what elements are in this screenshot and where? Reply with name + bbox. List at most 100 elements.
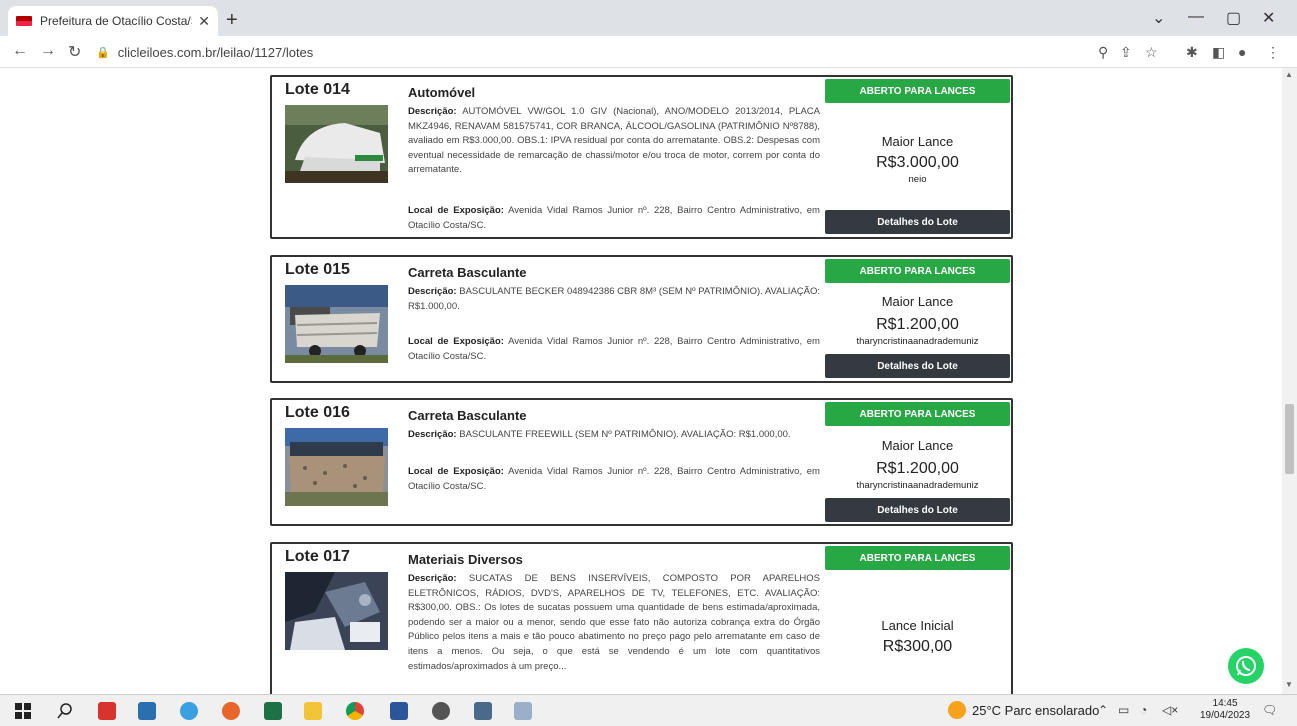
star-icon[interactable]: ☆ — [1145, 44, 1158, 61]
reload-icon[interactable]: ↻ — [68, 42, 81, 62]
windows-start-icon[interactable] — [14, 702, 32, 720]
description-text: BASCULANTE FREEWILL (SEM Nº PATRIMÔNIO).… — [459, 429, 791, 440]
details-button[interactable]: Detalhes do Lote — [825, 210, 1010, 234]
lot-number: Lote 014 — [285, 81, 350, 98]
window-close-icon[interactable]: ✕ — [1262, 8, 1275, 28]
lot-title: Carreta Basculante — [408, 408, 527, 423]
location-label: Local de Exposição: — [408, 205, 504, 216]
description-label: Descrição: — [408, 286, 457, 297]
status-badge: ABERTO PARA LANCES — [825, 402, 1010, 426]
app-icon[interactable] — [138, 702, 156, 720]
notifications-icon[interactable]: 🗨 — [1262, 703, 1277, 717]
lot-number: Lote 016 — [285, 404, 350, 421]
sidepanel-icon[interactable]: ◧ — [1212, 44, 1225, 61]
paint-icon[interactable] — [514, 702, 532, 720]
details-button[interactable]: Detalhes do Lote — [825, 354, 1010, 378]
battery-icon[interactable]: ▭ — [1118, 703, 1129, 717]
clock-time: 14:45 — [1212, 698, 1238, 709]
bid-label: Maior Lance — [881, 134, 954, 149]
address-bar: ← → ↻ 🔒 clicleiloes.com.br/leilao/1127/l… — [0, 36, 1297, 68]
minimize-icon[interactable]: — — [1188, 8, 1204, 26]
weather-text: 25°C Parc ensolarado — [972, 702, 1100, 718]
maximize-icon[interactable]: ▢ — [1226, 8, 1241, 28]
clock[interactable]: 14:45 19/04/2023 — [1200, 698, 1250, 722]
clock-date: 19/04/2023 — [1200, 710, 1251, 721]
scrollbar-thumb[interactable] — [1285, 404, 1294, 474]
lot-title: Materiais Diversos — [408, 552, 523, 567]
anydesk-icon[interactable] — [98, 702, 116, 720]
lot-title: Automóvel — [408, 85, 476, 100]
browser-tabstrip: Prefeitura de Otacílio Costa/SC : ✕ + ⌄ … — [0, 0, 1297, 36]
details-button[interactable]: Detalhes do Lote — [825, 498, 1010, 522]
bid-value: R$300,00 — [882, 638, 953, 655]
chevron-down-icon[interactable]: ⌄ — [1152, 8, 1165, 28]
url-field[interactable]: 🔒 clicleiloes.com.br/leilao/1127/lotes — [96, 40, 1096, 64]
bid-value: R$3.000,00 — [876, 154, 959, 171]
page-content: Lote 014 Automóvel Descrição: AUTOMÓVEL … — [0, 68, 1282, 694]
lot-number: Lote 017 — [285, 548, 350, 565]
lot-description: Descrição: AUTOMÓVEL VW/GOL 1.0 GIV (Nac… — [408, 105, 820, 178]
bid-label: Maior Lance — [881, 294, 954, 309]
bid-label: Maior Lance — [881, 438, 954, 453]
lot-description: Descrição: BASCULANTE BECKER 048942386 C… — [408, 285, 820, 314]
chevron-up-icon[interactable]: ⌃ — [1098, 703, 1108, 717]
share-icon[interactable]: ⇪ — [1120, 44, 1132, 61]
description-label: Descrição: — [408, 429, 457, 440]
zoom-icon[interactable]: ⚲ — [1098, 44, 1108, 61]
lot-card: Lote 017 Materiais Diversos Descrição: S… — [270, 542, 1013, 694]
whatsapp-icon[interactable] — [1228, 648, 1264, 684]
bid-label: Lance Inicial — [881, 618, 954, 633]
description-label: Descrição: — [408, 106, 457, 117]
status-badge: ABERTO PARA LANCES — [825, 79, 1010, 103]
lot-number: Lote 015 — [285, 261, 350, 278]
lot-card: Lote 015 Carreta Basculante Descrição: B… — [270, 255, 1013, 383]
lot-location: Local de Exposição: Avenida Vidal Ramos … — [408, 335, 820, 364]
word-icon[interactable] — [390, 702, 408, 720]
back-icon[interactable]: ← — [12, 42, 28, 60]
close-icon[interactable]: ✕ — [198, 13, 210, 30]
url-text: clicleiloes.com.br/leilao/1127/lotes — [117, 44, 314, 60]
tab-title: Prefeitura de Otacílio Costa/SC : — [40, 14, 192, 28]
scroll-down-icon[interactable]: ▼ — [1285, 680, 1293, 689]
location-label: Local de Exposição: — [408, 466, 504, 477]
wifi-icon[interactable]: ◔ — [1140, 703, 1147, 717]
lock-icon: 🔒 — [96, 46, 110, 59]
favicon-icon — [16, 16, 32, 26]
bid-value: R$1.200,00 — [876, 460, 959, 477]
forward-icon[interactable]: → — [40, 42, 56, 60]
new-tab-icon[interactable]: + — [226, 9, 238, 32]
chrome-icon[interactable] — [346, 702, 364, 720]
browser-tab[interactable]: Prefeitura de Otacílio Costa/SC : ✕ — [8, 6, 218, 36]
firefox-icon[interactable] — [222, 702, 240, 720]
bidder-name: tharyncristinaanadrademuniz — [856, 480, 979, 491]
search-icon[interactable] — [56, 702, 74, 720]
location-label: Local de Exposição: — [408, 336, 504, 347]
volume-icon[interactable]: ◁× — [1162, 703, 1178, 717]
excel-icon[interactable] — [264, 702, 282, 720]
scroll-up-icon[interactable]: ▲ — [1285, 70, 1293, 79]
lot-title: Carreta Basculante — [408, 265, 527, 280]
profile-icon[interactable]: ● — [1238, 44, 1246, 60]
page-scrollbar[interactable]: ▲ ▼ — [1282, 68, 1297, 694]
lot-photo[interactable] — [285, 428, 388, 506]
whatsapp-desktop-icon[interactable] — [432, 702, 450, 720]
lot-photo[interactable] — [285, 285, 388, 363]
menu-icon[interactable]: ⋮ — [1266, 44, 1280, 61]
lot-location: Local de Exposição: Avenida Vidal Ramos … — [408, 204, 820, 233]
description-label: Descrição: — [408, 573, 457, 584]
description-text: SUCATAS DE BENS INSERVÍVEIS, COMPOSTO PO… — [408, 573, 820, 672]
edge-icon[interactable] — [180, 702, 198, 720]
calculator-icon[interactable] — [474, 702, 492, 720]
lot-location: Local de Exposição: Avenida Vidal Ramos … — [408, 465, 820, 494]
lot-photo[interactable] — [285, 105, 388, 183]
extensions-icon[interactable]: ✱ — [1186, 44, 1198, 61]
bidder-name: neio — [908, 174, 927, 185]
weather-widget[interactable]: 25°C Parc ensolarado — [948, 701, 1099, 719]
lot-card: Lote 016 Carreta Basculante Descrição: B… — [270, 398, 1013, 526]
bidder-name: tharyncristinaanadrademuniz — [856, 336, 979, 347]
file-explorer-icon[interactable] — [304, 702, 322, 720]
lot-photo[interactable] — [285, 572, 388, 650]
lot-description: Descrição: SUCATAS DE BENS INSERVÍVEIS, … — [408, 572, 820, 674]
weather-icon — [948, 701, 966, 719]
lot-description: Descrição: BASCULANTE FREEWILL (SEM Nº P… — [408, 428, 820, 443]
